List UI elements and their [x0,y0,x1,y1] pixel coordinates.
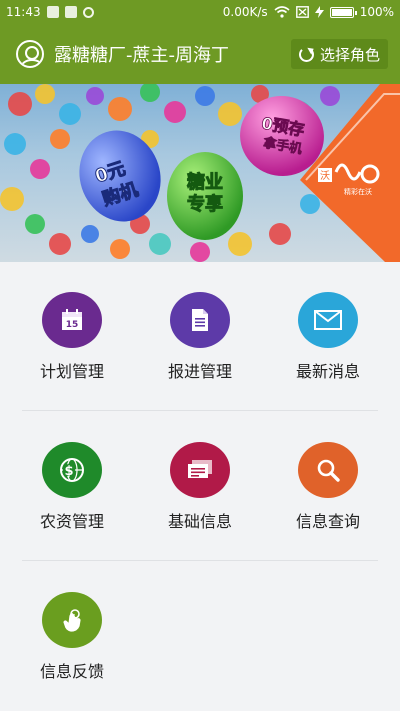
menu-label-plan: 计划管理 [39,362,104,381]
menu-item-agri[interactable]: $ 农资管理 [7,412,137,532]
status-bar: 11:43 0.00K/s 100% [0,0,400,24]
qq-icon [64,6,77,18]
app-icon [82,6,94,18]
hand-pointer-glyph [63,609,81,632]
menu-label-basic: 基础信息 [167,512,232,531]
promo-banner[interactable]: 0元 购机 糖业 专享 0预存 拿手机 沃 精彩在沃 [0,84,400,262]
menu-item-news[interactable]: 最新消息 [263,262,393,382]
battery-level: 100% [359,5,394,19]
balloon-2-line-2: 专享 [187,193,223,215]
user-avatar-icon[interactable] [16,40,44,68]
menu-item-report[interactable]: 报进管理 [135,262,265,382]
menu-grid: 15 计划管理 报进管理 最新消息 $ 农资管理 基础信息 信息查询 信息反馈 [0,262,400,711]
calendar-day: 15 [66,320,79,330]
envelope-glyph [314,310,342,330]
hand-pointer-icon [42,592,102,648]
notification-icon [46,6,59,18]
menu-label-feedback: 信息反馈 [39,662,104,681]
calendar-icon: 15 [42,292,102,348]
row-divider [22,560,378,561]
envelope-icon [298,292,358,348]
brand-text: 沃 [320,170,330,182]
balloon-2-line-1: 糖业 [187,171,223,193]
svg-text:$: $ [64,464,73,479]
brand-slogan: 精彩在沃 [344,187,372,196]
menu-label-agri: 农资管理 [39,512,104,531]
battery-icon [329,6,357,18]
app-header: 露糖糖厂-蔗主-周海丁 选择角色 [0,24,400,84]
sim-off-icon [295,6,309,18]
refresh-icon [298,46,314,62]
row-divider [22,410,378,411]
menu-label-news: 最新消息 [295,362,360,381]
menu-item-query[interactable]: 信息查询 [263,412,393,532]
select-role-button[interactable]: 选择角色 [290,39,388,69]
page-title: 露糖糖厂-蔗主-周海丁 [54,45,229,66]
menu-item-basic[interactable]: 基础信息 [135,412,265,532]
document-glyph [192,309,208,331]
cards-glyph [188,460,212,478]
status-time: 11:43 [6,5,41,19]
menu-item-feedback[interactable]: 信息反馈 [7,562,137,682]
cards-icon [170,442,230,498]
dollar-globe-glyph: $ [60,458,84,482]
document-icon [170,292,230,348]
network-speed: 0.00K/s [222,5,268,19]
menu-label-query: 信息查询 [295,512,360,531]
balloons-illustration: 0元 购机 糖业 专享 0预存 拿手机 沃 精彩在沃 [0,84,400,262]
magnifier-icon [298,442,358,498]
calendar-glyph: 15 [62,309,82,330]
menu-label-report: 报进管理 [167,362,232,381]
select-role-label: 选择角色 [319,45,380,64]
dollar-globe-icon: $ [42,442,102,498]
charging-icon [314,6,324,18]
wifi-icon [274,6,290,18]
magnifier-glyph [317,459,340,482]
menu-item-plan[interactable]: 15 计划管理 [7,262,137,382]
